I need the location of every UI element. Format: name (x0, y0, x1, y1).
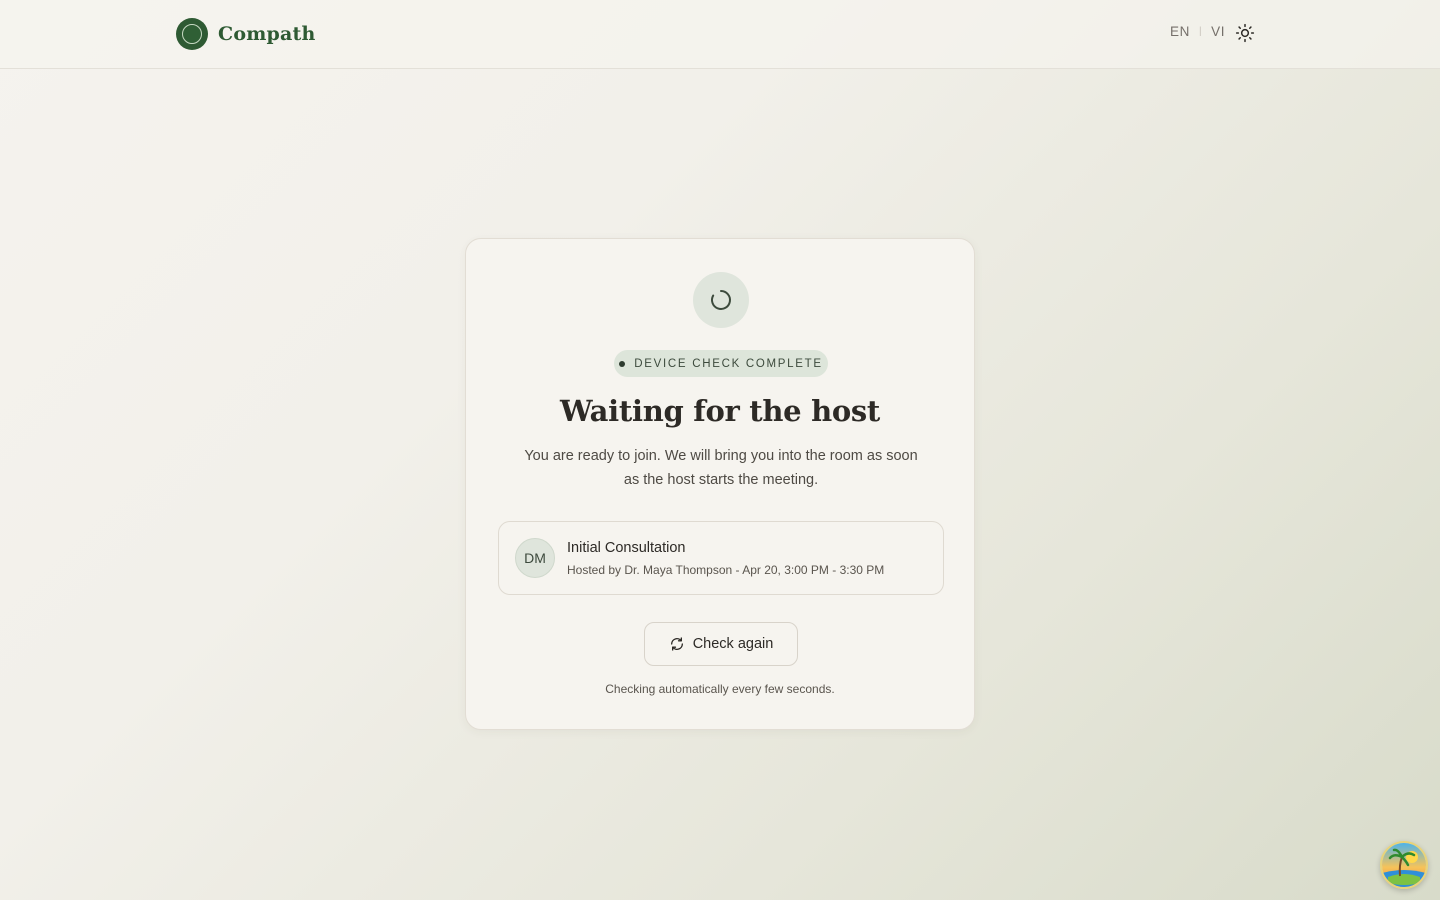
waiting-room-card: DEVICE CHECK COMPLETE Waiting for the ho… (465, 238, 975, 730)
sun-icon (1235, 23, 1255, 43)
loading-spinner-icon (711, 290, 731, 310)
language-separator: | (1198, 26, 1203, 37)
theme-toggle-button[interactable] (1234, 22, 1256, 44)
compath-logo-icon (176, 18, 208, 50)
refresh-icon (669, 636, 685, 652)
check-again-button[interactable]: Check again (644, 622, 798, 666)
session-title: Initial Consultation (567, 540, 686, 556)
status-dot (619, 360, 626, 367)
status-badge-label: DEVICE CHECK COMPLETE (634, 357, 823, 370)
assistant-launcher-button[interactable] (1380, 841, 1428, 889)
page-title: Waiting for the host (559, 394, 881, 428)
status-badge: DEVICE CHECK COMPLETE (614, 350, 828, 377)
language-option-en[interactable]: EN (1170, 24, 1190, 39)
brand[interactable]: Compath (176, 18, 316, 50)
session-meta: Hosted by Dr. Maya Thompson - Apr 20, 3:… (567, 563, 885, 577)
session-info-card: DM Initial Consultation Hosted by Dr. Ma… (498, 521, 944, 595)
brand-name: Compath (218, 23, 316, 45)
top-navigation-bar: Compath EN | VI (0, 0, 1440, 69)
auto-check-note: Checking automatically every few seconds… (605, 682, 835, 696)
check-again-label: Check again (692, 636, 774, 652)
host-avatar: DM (515, 538, 555, 578)
language-option-vi[interactable]: VI (1211, 24, 1225, 39)
loading-indicator (693, 272, 749, 328)
language-switcher: EN | VI (1170, 24, 1225, 39)
tropical-island-icon (1382, 843, 1426, 887)
waiting-description: You are ready to join. We will bring you… (524, 448, 918, 488)
